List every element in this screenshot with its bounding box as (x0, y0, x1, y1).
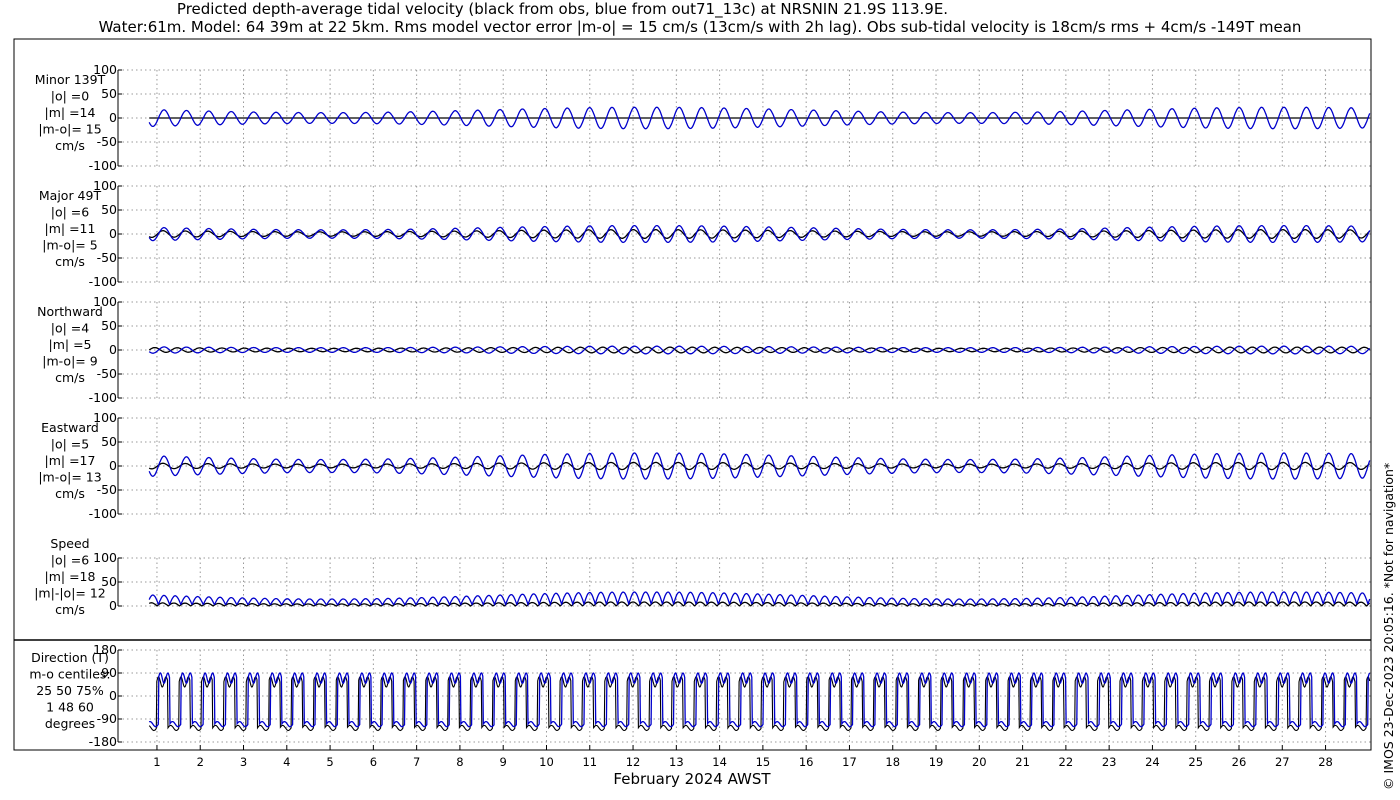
y-tick-label: -100 (89, 390, 117, 405)
panel-label-east: Eastward (41, 420, 99, 435)
x-tick-label: 15 (756, 755, 771, 769)
tidal-velocity-chart: Minor 139T|o| =0|m| =14|m-o|= 15cm/s1005… (13, 38, 1372, 788)
y-tick-label: 100 (93, 62, 117, 77)
y-tick-label: -100 (89, 274, 117, 289)
panel-label-major: |m-o|= 5 (42, 238, 97, 253)
x-tick-label: 16 (799, 755, 814, 769)
y-tick-label: -50 (97, 482, 117, 497)
panel-label-east: |m-o|= 13 (38, 470, 101, 485)
panel-label-major: Major 49T (39, 188, 102, 203)
panel-label-major: |o| =6 (51, 205, 90, 220)
x-tick-label: 10 (539, 755, 554, 769)
x-tick-label: 18 (885, 755, 900, 769)
y-tick-label: 100 (93, 178, 117, 193)
x-tick-label: 27 (1275, 755, 1290, 769)
x-tick-label: 20 (972, 755, 987, 769)
x-tick-label: 17 (842, 755, 857, 769)
x-tick-label: 8 (456, 755, 463, 769)
y-tick-label: 50 (101, 434, 117, 449)
x-tick-label: 26 (1232, 755, 1247, 769)
panel-label-speed: cm/s (55, 602, 85, 617)
model-series-east (148, 452, 1371, 480)
panel-label-east: |o| =5 (51, 437, 89, 452)
panel-label-north: cm/s (55, 370, 85, 385)
y-tick-label: 0 (109, 226, 117, 241)
figure-frame (13, 38, 1372, 751)
x-tick-label: 7 (413, 755, 420, 769)
panel-label-speed: |o| =6 (51, 553, 90, 568)
panel-label-minor: |m-o|= 15 (38, 122, 101, 137)
x-tick-label: 21 (1015, 755, 1030, 769)
x-tick-label: 9 (500, 755, 507, 769)
obs-series-east (148, 461, 1371, 471)
panel-label-direction: 1 48 60 (46, 700, 94, 715)
panel-label-speed: |m| =18 (45, 569, 96, 584)
x-tick-label: 25 (1188, 755, 1203, 769)
panel-label-north: |m| =5 (49, 337, 92, 352)
y-tick-label: 100 (93, 410, 117, 425)
panel-label-direction: m-o centiles: (29, 667, 110, 682)
x-tick-label: 28 (1318, 755, 1333, 769)
panel-label-east: cm/s (55, 486, 85, 501)
panel-label-major: cm/s (55, 254, 85, 269)
y-tick-label: 100 (93, 294, 117, 309)
y-tick-label: 50 (101, 86, 117, 101)
x-tick-label: 12 (626, 755, 641, 769)
panel-label-speed: Speed (50, 536, 89, 551)
x-tick-label: 14 (712, 755, 727, 769)
y-tick-label: 180 (93, 642, 117, 657)
x-axis-label: February 2024 AWST (613, 770, 771, 788)
obs-series-direction (148, 676, 1371, 732)
panel-label-minor: cm/s (55, 138, 85, 153)
x-tick-label: 1 (153, 755, 160, 769)
model-series-speed (148, 591, 1371, 607)
panel-label-major: |m| =11 (45, 221, 96, 236)
y-tick-label: 100 (93, 550, 117, 565)
y-tick-label: 0 (109, 688, 117, 703)
panel-label-direction: degrees (45, 716, 95, 731)
panel-label-north: |m-o|= 9 (42, 354, 97, 369)
obs-series-speed (148, 601, 1371, 607)
panel-label-minor: |m| =14 (45, 105, 96, 120)
y-tick-label: -50 (97, 134, 117, 149)
y-tick-label: -50 (97, 366, 117, 381)
y-tick-label: -100 (89, 158, 117, 173)
model-series-major (148, 224, 1371, 244)
x-tick-label: 23 (1102, 755, 1117, 769)
y-tick-label: 50 (101, 318, 117, 333)
x-tick-label: 24 (1145, 755, 1160, 769)
y-tick-label: 0 (109, 458, 117, 473)
y-tick-label: -100 (89, 506, 117, 521)
y-tick-label: 90 (101, 665, 117, 680)
y-tick-label: 50 (101, 574, 117, 589)
x-tick-label: 4 (283, 755, 290, 769)
y-tick-label: 0 (109, 110, 117, 125)
x-tick-label: 22 (1059, 755, 1074, 769)
y-tick-label: 0 (109, 342, 117, 357)
x-tick-label: 3 (240, 755, 247, 769)
panel-label-direction: 25 50 75% (36, 683, 104, 698)
y-tick-label: 50 (101, 202, 117, 217)
y-tick-label: -90 (97, 711, 117, 726)
panel-label-north: |o| =4 (51, 321, 90, 336)
panel-label-speed: |m|-|o|= 12 (34, 586, 106, 601)
x-tick-label: 13 (669, 755, 684, 769)
y-tick-label: 0 (109, 598, 117, 613)
x-tick-label: 19 (929, 755, 944, 769)
y-tick-label: -50 (97, 250, 117, 265)
panel-label-minor: |o| =0 (51, 89, 90, 104)
x-tick-label: 5 (326, 755, 333, 769)
x-tick-label: 11 (582, 755, 597, 769)
x-tick-label: 6 (370, 755, 377, 769)
y-tick-label: -180 (89, 734, 117, 749)
panel-label-east: |m| =17 (45, 453, 96, 468)
x-tick-label: 2 (197, 755, 204, 769)
